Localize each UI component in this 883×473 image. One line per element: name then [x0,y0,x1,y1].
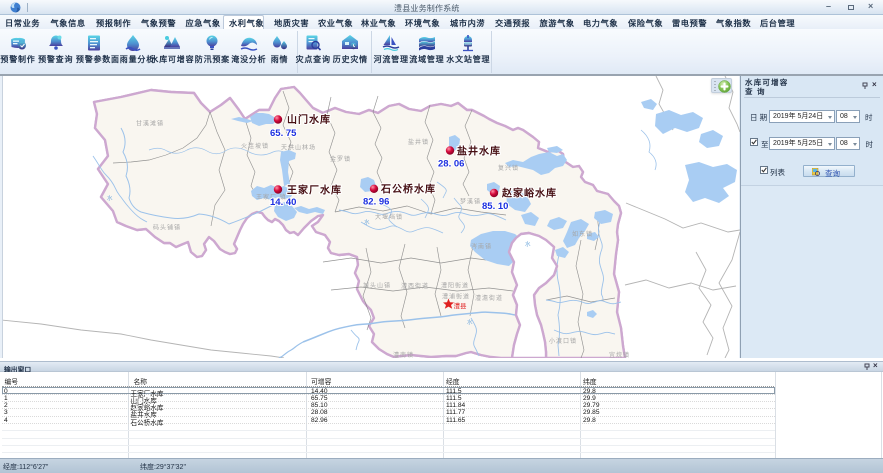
svg-text:小渡口镇: 小渡口镇 [549,337,577,345]
svg-text:14. 40: 14. 40 [270,197,296,208]
svg-text:梦溪镇: 梦溪镇 [460,198,481,206]
svg-text:天供山林场: 天供山林场 [281,144,316,152]
svg-text:水: 水 [525,240,531,248]
svg-text:大堰垱镇: 大堰垱镇 [375,213,403,221]
svg-text:城头山镇: 城头山镇 [363,282,391,290]
svg-text:甘溪滩镇: 甘溪滩镇 [136,120,164,128]
svg-text:28. 06: 28. 06 [438,159,464,170]
svg-text:澧浦街道: 澧浦街道 [442,293,470,301]
svg-text:山门水库: 山门水库 [287,113,331,126]
svg-text:宜烷镇: 宜烷镇 [609,351,630,358]
svg-text:澧阳街道: 澧阳街道 [441,282,469,290]
svg-text:如东镇: 如东镇 [572,230,593,238]
svg-text:澧西街道: 澧西街道 [401,282,429,290]
svg-text:澧县: 澧县 [454,301,468,310]
svg-text:水: 水 [107,194,113,202]
svg-text:石公桥水库: 石公桥水库 [380,183,436,196]
svg-text:盐井水库: 盐井水库 [457,145,501,158]
svg-text:复兴镇: 复兴镇 [498,164,519,172]
svg-text:65. 75: 65. 75 [270,128,297,139]
svg-text:澧澹街道: 澧澹街道 [475,294,503,302]
svg-text:澧南镇: 澧南镇 [393,351,414,358]
svg-text:火连坡镇: 火连坡镇 [241,142,269,150]
svg-text:王家厂水库: 王家厂水库 [287,184,342,197]
svg-text:码头铺镇: 码头铺镇 [153,224,181,232]
svg-text:盐井镇: 盐井镇 [408,138,429,146]
svg-text:水: 水 [364,218,370,226]
svg-text:金罗镇: 金罗镇 [330,155,351,163]
svg-text:涔南镇: 涔南镇 [471,243,492,251]
svg-text:水: 水 [467,318,473,326]
svg-text:赵家峪水库: 赵家峪水库 [501,187,557,200]
svg-text:82. 96: 82. 96 [363,197,389,208]
svg-text:85. 10: 85. 10 [482,201,508,212]
